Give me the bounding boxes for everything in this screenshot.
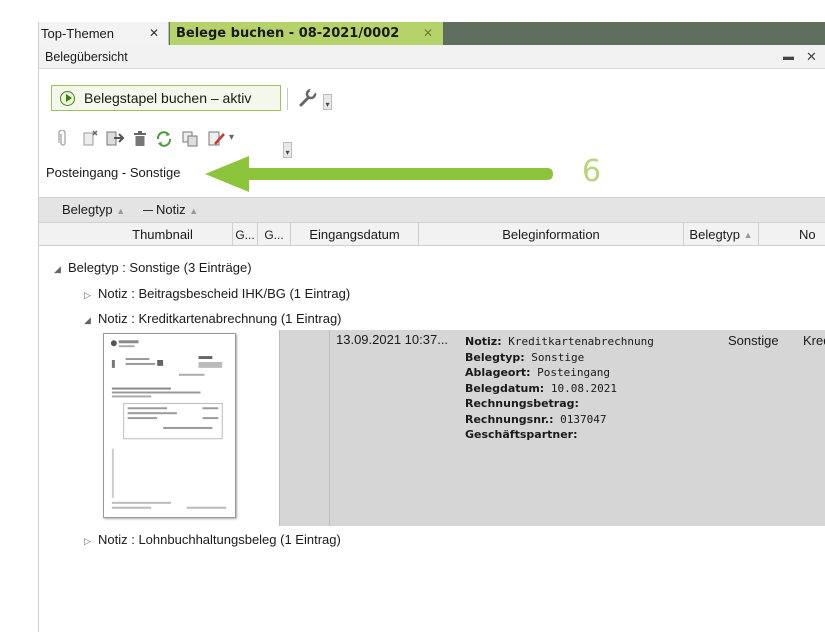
tree-row-label: Belegtyp : Sonstige (3 Einträge)	[68, 260, 252, 275]
col-notiz[interactable]: No	[759, 223, 825, 246]
refresh-icon[interactable]	[155, 130, 173, 148]
info-key: Notiz:	[465, 335, 502, 348]
col-g1[interactable]: G...	[233, 223, 258, 246]
col-belegtyp[interactable]: Belegtyp ▲	[684, 223, 759, 246]
collapse-icon[interactable]: ◢	[54, 264, 68, 275]
tab-strip: Top-Themen ✕ Belege buchen - 08-2021/000…	[39, 22, 825, 45]
info-key: Geschäftspartner:	[465, 428, 578, 441]
group-by-bar: Belegtyp ▲ Notiz ▲	[39, 197, 825, 223]
thumbnail-cell	[93, 330, 280, 526]
info-key: Rechnungsbetrag:	[465, 397, 579, 410]
close-icon[interactable]: ✕	[806, 49, 817, 65]
col-label: Belegtyp	[689, 227, 741, 242]
group-chip-label: Notiz	[156, 202, 186, 217]
toolbar-overflow-button[interactable]: ▾	[323, 94, 332, 110]
panel-header: Belegübersicht ▬ ✕	[39, 45, 825, 69]
close-icon[interactable]: ✕	[423, 26, 433, 40]
delete-attachment-icon[interactable]	[81, 130, 99, 148]
info-line: Belegdatum: 10.08.2021	[465, 381, 654, 397]
info-value: 10.08.2021	[544, 381, 618, 395]
group-chip-notiz[interactable]: Notiz ▲	[156, 202, 198, 217]
toolbar-divider	[287, 88, 288, 110]
pin-icon[interactable]: ▬	[783, 51, 794, 63]
filter-label: Posteingang - Sonstige	[46, 165, 181, 180]
info-line: Rechnungsnr.: 0137047	[465, 412, 654, 428]
belegstapel-buchen-button[interactable]: Belegstapel buchen – aktiv	[51, 85, 281, 111]
column-header: Thumbnail G... G... Eingangsdatum Belegi…	[39, 223, 825, 246]
info-key: Belegdatum:	[465, 381, 545, 395]
group-chip-belegtyp[interactable]: Belegtyp ▲	[62, 202, 125, 217]
status-cell	[280, 330, 330, 526]
tree-subgroup-row[interactable]: ▷ Notiz : Beitragsbescheid IHK/BG (1 Eint…	[84, 286, 350, 301]
expand-icon[interactable]: ▷	[84, 536, 98, 547]
info-line: Rechnungsbetrag:	[465, 396, 654, 412]
info-value: Posteingang	[530, 366, 611, 379]
trash-icon[interactable]	[133, 130, 147, 148]
col-g2[interactable]: G...	[258, 223, 291, 246]
chevron-down-icon[interactable]: ▾	[229, 132, 234, 143]
tree-row-label: Notiz : Kreditkartenabrechnung (1 Eintra…	[98, 311, 342, 326]
paperclip-icon[interactable]	[57, 130, 69, 148]
tree-row-label: Notiz : Beitragsbescheid IHK/BG (1 Eintr…	[98, 286, 351, 301]
tab-belege-buchen[interactable]: Belege buchen - 08-2021/0002 ✕	[170, 22, 443, 45]
sort-up-icon: ▲	[743, 229, 753, 240]
play-icon	[60, 90, 75, 106]
table-row[interactable]: 13.09.2021 10:37... Notiz: Kreditkartena…	[93, 330, 825, 526]
panel-title: Belegübersicht	[45, 49, 128, 64]
edit-document-icon[interactable]	[207, 130, 227, 148]
button-label: Belegstapel buchen – aktiv	[84, 90, 252, 106]
tree-subgroup-row[interactable]: ◢ Notiz : Kreditkartenabrechnung (1 Eintr…	[84, 311, 342, 326]
info-key: Belegtyp:	[465, 350, 525, 364]
sort-up-icon: ▲	[189, 206, 199, 216]
info-line: Belegtyp: Sonstige	[465, 350, 654, 366]
belegtyp-value: Sonstige	[728, 333, 779, 348]
annotation-number: 6	[582, 154, 602, 189]
toolbar-icons: ▾ ▾	[39, 130, 825, 158]
tree-row-label: Notiz : Lohnbuchhaltungsbeleg (1 Eintrag…	[98, 532, 341, 547]
notiz-value: Kreditka	[803, 333, 825, 348]
info-value: Kreditkartenabrechnung	[501, 335, 654, 348]
info-line: Geschäftspartner:	[465, 427, 654, 443]
tab-label: Belege buchen - 08-2021/0002	[176, 26, 400, 41]
col-eingangsdatum[interactable]: Eingangsdatum	[291, 223, 419, 246]
sort-up-icon: ▲	[116, 206, 126, 216]
tree-subgroup-row[interactable]: ▷ Notiz : Lohnbuchhaltungsbeleg (1 Eintra…	[84, 532, 341, 547]
collapse-icon[interactable]: ◢	[84, 315, 98, 326]
info-key: Rechnungsnr.:	[465, 412, 554, 426]
toolbar-primary: Belegstapel buchen – aktiv ▾	[39, 82, 825, 116]
group-chip-label: Belegtyp	[62, 202, 113, 217]
col-thumbnail[interactable]: Thumbnail	[93, 223, 233, 246]
info-value: Sonstige	[524, 350, 585, 364]
main-window: Top-Themen ✕ Belege buchen - 08-2021/000…	[38, 22, 825, 632]
close-icon[interactable]: ✕	[149, 26, 159, 40]
tab-label: Top-Themen	[41, 26, 114, 41]
info-line: Ablageort: Posteingang	[465, 365, 654, 381]
tree-group-row[interactable]: ◢ Belegtyp : Sonstige (3 Einträge)	[54, 260, 252, 275]
info-value: 0137047	[553, 412, 607, 426]
tab-top-themen[interactable]: Top-Themen ✕	[39, 22, 169, 45]
annotation-arrow	[205, 156, 553, 192]
info-key: Ablageort:	[465, 366, 531, 379]
eingangsdatum-value: 13.09.2021 10:37...	[336, 332, 449, 347]
move-document-icon[interactable]	[105, 130, 125, 148]
document-thumbnail[interactable]	[103, 333, 236, 518]
group-connector	[143, 210, 153, 211]
wrench-icon[interactable]	[297, 88, 317, 108]
info-line: Notiz: Kreditkartenabrechnung	[465, 334, 654, 350]
copy-icon[interactable]	[181, 130, 199, 148]
expand-icon[interactable]: ▷	[84, 290, 98, 301]
col-beleginformation[interactable]: Beleginformation	[419, 223, 684, 246]
beleginformation-value: Notiz: Kreditkartenabrechnung Belegtyp: …	[465, 334, 654, 443]
